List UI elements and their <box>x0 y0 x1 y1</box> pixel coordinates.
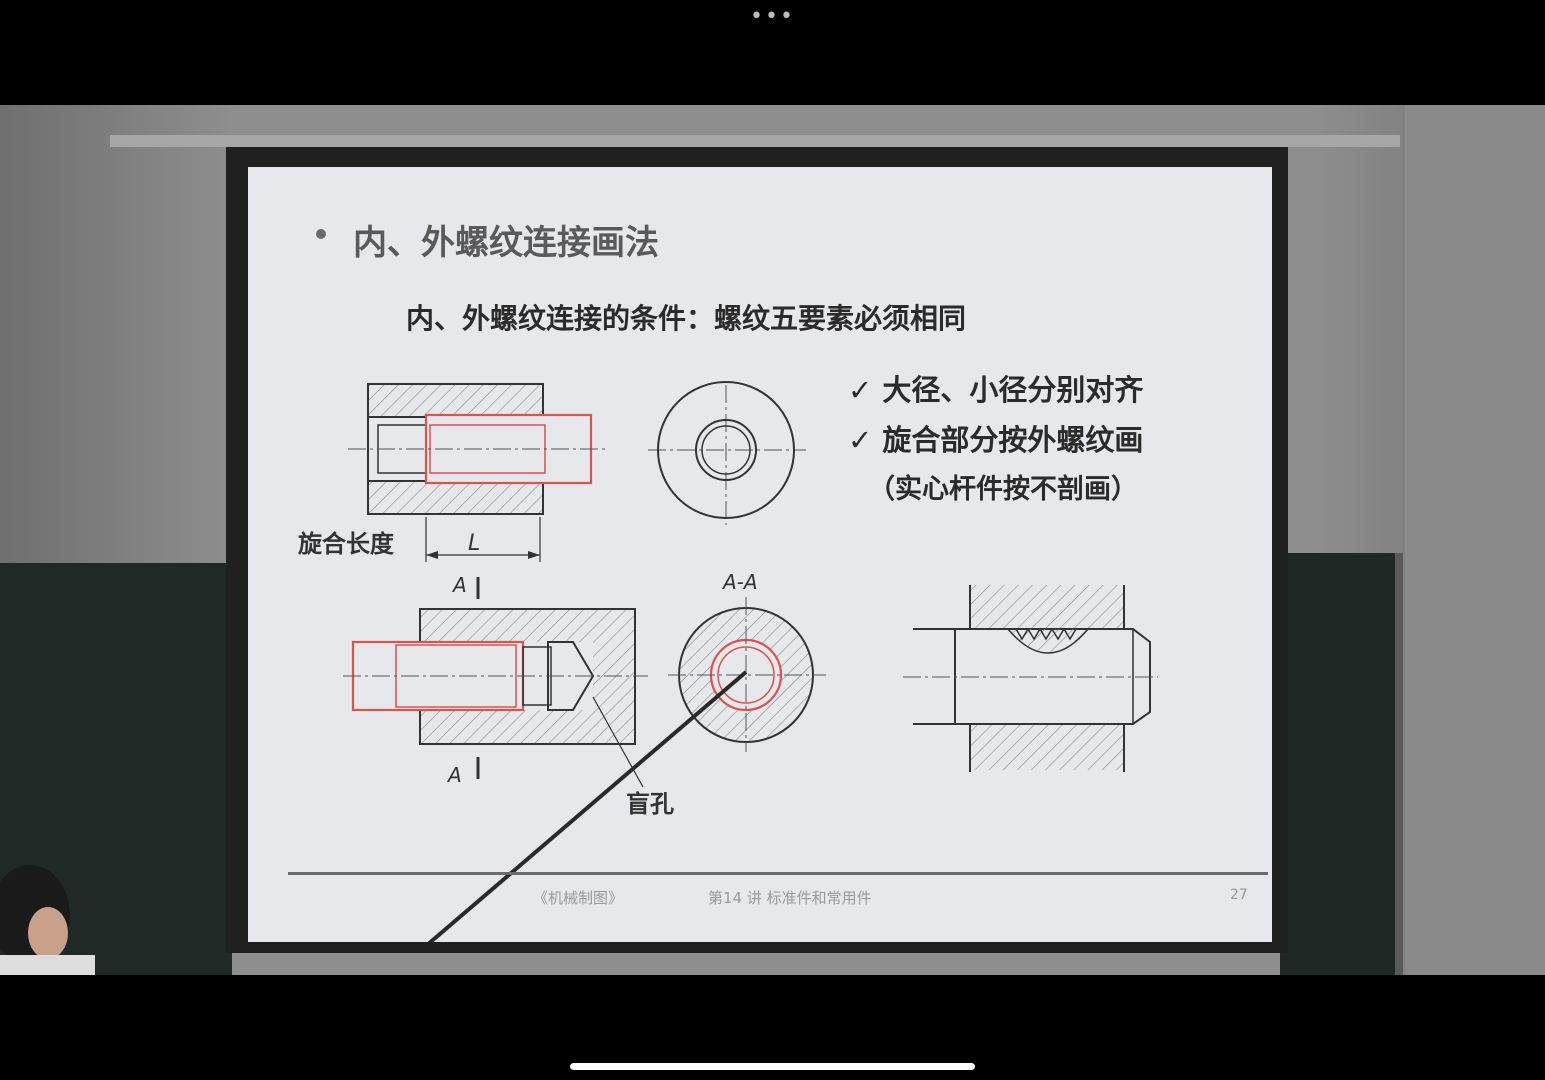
blind-hole-label: 盲孔 <box>626 790 674 818</box>
blackboard-right <box>1280 553 1403 975</box>
lecturer-silhouette <box>0 865 95 975</box>
footer-course: 《机械制图》 <box>533 889 624 907</box>
footer-page-number: 27 <box>1230 887 1248 903</box>
section-mark-top: A <box>451 573 467 597</box>
presentation-slide: 内、外螺纹连接画法 内、外螺纹连接的条件：螺纹五要素必须相同 ✓ 大径、小径分别… <box>248 167 1272 942</box>
footer-lecture: 第14 讲 标准件和常用件 <box>708 889 872 907</box>
section-mark-bottom: A <box>446 763 462 787</box>
home-indicator[interactable] <box>570 1063 975 1070</box>
section-title-label: A-A <box>721 570 758 594</box>
section-a-a-drawing <box>668 597 826 752</box>
technical-drawings: 旋合长度 L A A A-A 盲孔 <box>297 381 1158 942</box>
engagement-length-label: 旋合长度 <box>297 530 395 558</box>
length-symbol-label: L <box>468 531 480 556</box>
thread-detail-drawing <box>903 585 1158 772</box>
footer-divider <box>288 872 1268 875</box>
blind-hole-connection-drawing <box>343 577 648 779</box>
end-view-drawing <box>648 381 806 525</box>
more-options-icon[interactable]: ••• <box>0 4 1545 29</box>
right-wall <box>1405 105 1545 975</box>
screen-rail <box>110 135 1400 147</box>
